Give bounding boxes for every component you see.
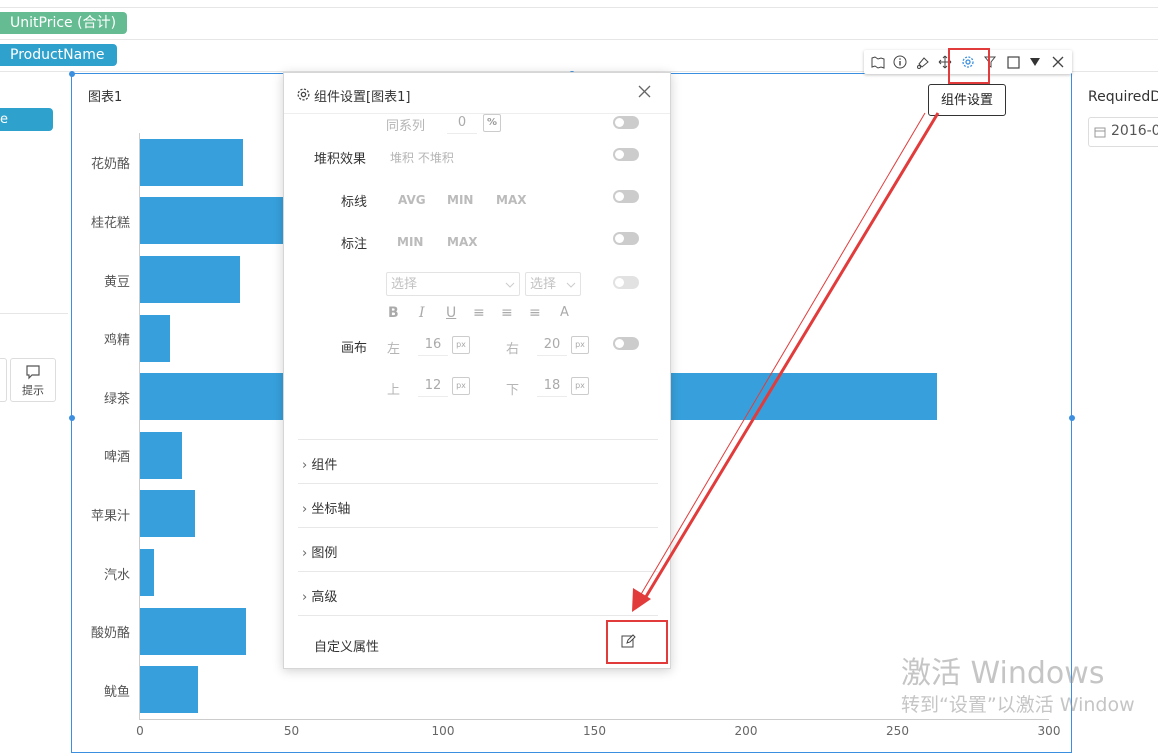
activation-watermark-title: 激活 Windows xyxy=(901,656,1105,691)
annotation-arrow xyxy=(632,112,940,612)
activation-watermark-subtitle: 转到“设置”以激活 Window xyxy=(901,694,1135,716)
